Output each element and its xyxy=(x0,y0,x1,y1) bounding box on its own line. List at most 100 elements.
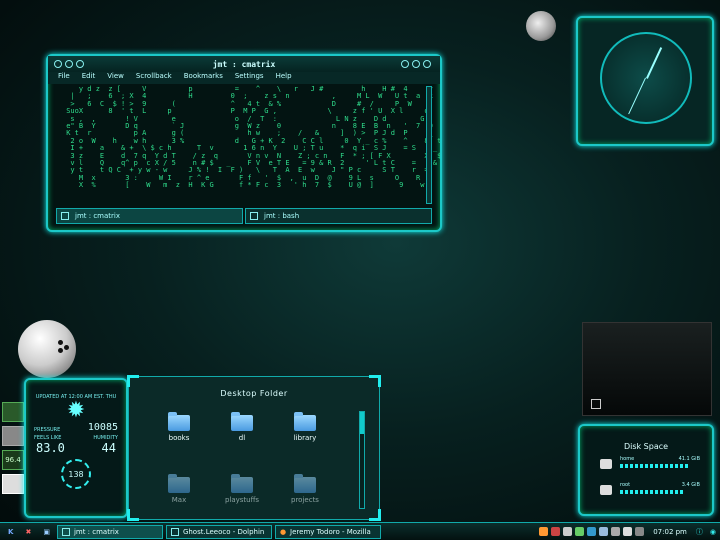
tools-icon: ✖ xyxy=(25,527,32,536)
wind-value: 138 xyxy=(68,469,84,479)
volume-tray-icon[interactable] xyxy=(623,527,633,536)
terminal-icon xyxy=(61,212,69,220)
terminal-tabs: jmt : cmatrix jmt : bash xyxy=(56,208,432,224)
humidity-value: 44 xyxy=(101,441,116,455)
menu-settings[interactable]: Settings xyxy=(235,72,264,84)
task-label: Jeremy Todoro - Mozilla xyxy=(290,527,371,536)
window-menu-icon[interactable] xyxy=(54,60,62,68)
menu-file[interactable]: File xyxy=(58,72,70,84)
clock-minute-hand xyxy=(628,77,646,115)
task-firefox[interactable]: ● Jeremy Todoro - Mozilla xyxy=(274,524,381,539)
terminal-icon xyxy=(61,527,70,536)
folder-label: books xyxy=(168,434,190,442)
pressure-value: 10085 xyxy=(87,422,118,433)
folder-icon xyxy=(231,474,253,493)
menu-bookmarks[interactable]: Bookmarks xyxy=(184,72,223,84)
folder-icon xyxy=(231,412,253,431)
tab-bash[interactable]: jmt : bash xyxy=(245,208,432,224)
wind-gauge: 138 xyxy=(61,459,91,489)
folder-label: playstuffs xyxy=(224,496,260,504)
task-label: jmt : cmatrix xyxy=(73,527,119,536)
task-dolphin[interactable]: Ghost.Leeoco - Dolphin xyxy=(165,524,272,539)
mail-icon[interactable] xyxy=(2,474,24,494)
dolphin-icon xyxy=(170,527,179,536)
kde-logo-icon: K xyxy=(8,527,14,536)
menu-edit[interactable]: Edit xyxy=(82,72,96,84)
quicklaunch-home[interactable]: ▣ xyxy=(39,525,54,539)
terminal-icon xyxy=(250,212,258,220)
info-icon[interactable]: ⓘ xyxy=(696,527,703,537)
folder-item-dl[interactable]: dl xyxy=(222,412,262,442)
cpu-monitor-icon[interactable]: 96.4 xyxy=(2,450,24,470)
calculator-icon[interactable] xyxy=(2,426,24,446)
note-icon[interactable] xyxy=(591,399,601,409)
note-panel-widget[interactable] xyxy=(582,322,712,416)
firefox-icon: ● xyxy=(279,527,287,536)
folder-scrollbar[interactable] xyxy=(359,411,365,509)
analog-clock-widget xyxy=(576,16,714,146)
menu-view[interactable]: View xyxy=(107,72,124,84)
shade-icon[interactable] xyxy=(76,60,84,68)
moon-phase-widget xyxy=(526,11,556,41)
left-launcher-strip: 96.4 xyxy=(2,402,24,498)
quicklaunch-tools[interactable]: ✖ xyxy=(21,525,35,539)
clock-hour-hand xyxy=(646,47,663,79)
desktop-folder-view[interactable]: Desktop Folder books dl library Max play… xyxy=(127,375,381,521)
close-icon[interactable] xyxy=(423,60,431,68)
terminal-window[interactable]: jmt : cmatrix File Edit View Scrollback … xyxy=(46,54,442,232)
folder-item-library[interactable]: library xyxy=(285,412,325,442)
folder-title: Desktop Folder xyxy=(220,389,288,398)
clock-face xyxy=(600,32,692,124)
harddisk-icon xyxy=(600,485,612,495)
feels-like-value: 83.0 xyxy=(36,441,65,455)
sun-icon: ✹ xyxy=(66,398,86,423)
folder-label: Max xyxy=(171,496,187,504)
menu-scrollback[interactable]: Scrollback xyxy=(136,72,172,84)
clipboard-tray-icon[interactable] xyxy=(599,527,609,536)
bowling-ball-widget xyxy=(18,320,76,378)
network-tray-icon[interactable] xyxy=(575,527,585,536)
taskbar: K ✖ ▣ jmt : cmatrix Ghost.Leeoco - Dolph… xyxy=(0,522,720,540)
home-folder-icon: ▣ xyxy=(43,527,50,536)
folder-label: projects xyxy=(291,496,319,504)
tab-label: jmt : cmatrix xyxy=(75,212,120,220)
tab-label: jmt : bash xyxy=(264,212,300,220)
folder-icon xyxy=(294,474,316,493)
tab-cmatrix[interactable]: jmt : cmatrix xyxy=(56,208,243,224)
drive-size: 41.1 GiB xyxy=(678,456,700,462)
folder-item-books[interactable]: books xyxy=(159,412,199,442)
window-title: jmt : cmatrix xyxy=(212,59,276,69)
system-tray: 07:02 pm ⓘ ◉ xyxy=(539,527,720,537)
drive-name: home xyxy=(620,456,635,462)
menu-help[interactable]: Help xyxy=(276,72,292,84)
update-tray-icon[interactable] xyxy=(587,527,597,536)
firefox-tray-icon[interactable] xyxy=(539,527,549,536)
battery-tray-icon[interactable] xyxy=(635,527,645,536)
panel-toolbox-icon[interactable]: ◉ xyxy=(710,528,716,536)
drive-size: 3.4 GiB xyxy=(681,482,700,488)
folder-icon xyxy=(168,412,190,431)
terminal-scrollbar[interactable] xyxy=(426,86,432,204)
maximize-icon[interactable] xyxy=(412,60,420,68)
settings-tray-icon[interactable] xyxy=(563,527,573,536)
folder-item-projects[interactable]: projects xyxy=(285,474,325,504)
folder-icon xyxy=(294,412,316,431)
task-terminal[interactable]: jmt : cmatrix xyxy=(56,524,163,539)
chart-icon[interactable] xyxy=(2,402,24,422)
drive-root: root 3.4 GiB xyxy=(600,482,700,495)
pin-icon[interactable] xyxy=(65,60,73,68)
app-tray-icon[interactable] xyxy=(551,527,561,536)
task-label: Ghost.Leeoco - Dolphin xyxy=(182,527,265,536)
folder-item-max[interactable]: Max xyxy=(159,474,199,504)
taskbar-clock[interactable]: 07:02 pm xyxy=(653,528,687,536)
minimize-icon[interactable] xyxy=(401,60,409,68)
terminal-titlebar[interactable]: jmt : cmatrix xyxy=(48,56,440,72)
drive-name: root xyxy=(620,482,631,488)
weather-widget: UPDATED AT 12:00 AM EST. THU ✹ PRESSURE … xyxy=(24,378,128,518)
keyboard-tray-icon[interactable] xyxy=(611,527,621,536)
menu-bar: File Edit View Scrollback Bookmarks Sett… xyxy=(48,72,440,84)
matrix-output[interactable]: y d z z [ V p = ^ \ r J # h H # 4 v & s … xyxy=(48,84,440,202)
kde-menu-button[interactable]: K xyxy=(4,525,17,539)
folder-item-playstuffs[interactable]: playstuffs xyxy=(222,474,262,504)
drive-home: home 41.1 GiB xyxy=(600,456,700,469)
